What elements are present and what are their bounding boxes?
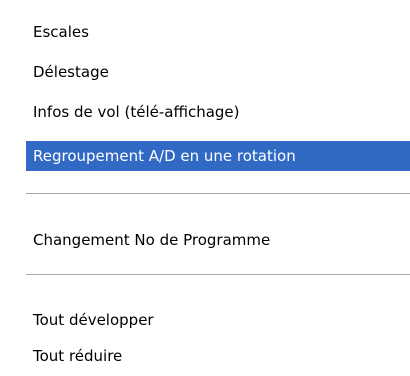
menu-item-changement-no-programme[interactable]: Changement No de Programme (26, 225, 410, 255)
menu-item-delestage[interactable]: Délestage (26, 57, 410, 87)
menu-separator (26, 274, 410, 275)
menu-item-tout-developper[interactable]: Tout développer (26, 305, 410, 335)
menu-item-infos-de-vol[interactable]: Infos de vol (télé-affichage) (26, 97, 410, 127)
menu-item-escales[interactable]: Escales (26, 17, 410, 47)
menu-item-regroupement-ad[interactable]: Regroupement A/D en une rotation (26, 141, 410, 171)
context-menu: Escales Délestage Infos de vol (télé-aff… (0, 0, 410, 376)
menu-item-tout-reduire[interactable]: Tout réduire (26, 341, 410, 371)
menu-separator (26, 193, 410, 194)
